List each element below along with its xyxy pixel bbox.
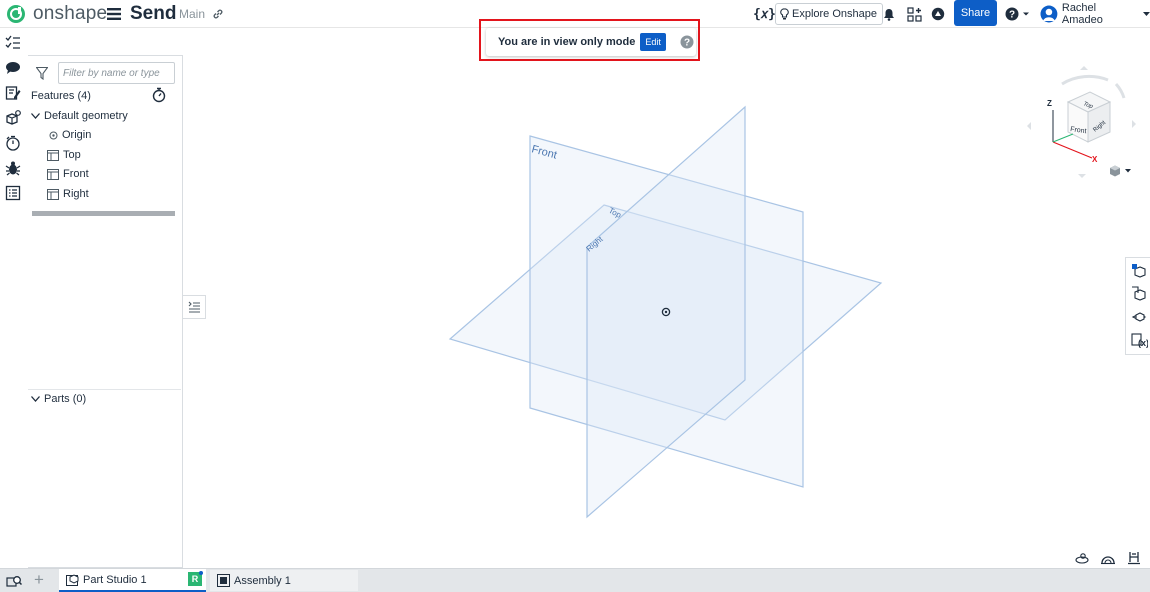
feature-filter-row bbox=[28, 62, 181, 84]
chevron-down-icon bbox=[1143, 11, 1150, 16]
chevron-down-icon[interactable] bbox=[31, 113, 40, 119]
origin-icon bbox=[49, 131, 58, 139]
svg-text:?: ? bbox=[684, 38, 690, 49]
onshape-logo-icon[interactable] bbox=[6, 0, 26, 28]
chevron-down-icon bbox=[1125, 169, 1131, 173]
view-only-message: You are in view only mode bbox=[498, 36, 636, 48]
parts-folder[interactable]: Parts (0) bbox=[31, 393, 86, 405]
mate-connector-icon[interactable] bbox=[1074, 551, 1090, 565]
add-tab-button[interactable]: + bbox=[34, 569, 44, 591]
tab-manager-icon[interactable] bbox=[6, 574, 22, 588]
view-only-mode-banner: You are in view only mode Edit ? bbox=[486, 28, 696, 56]
status-dot bbox=[199, 571, 203, 575]
help-icon[interactable]: ? bbox=[680, 35, 694, 49]
explore-onshape-button[interactable]: Explore Onshape bbox=[775, 3, 883, 25]
graphics-viewport[interactable]: Front Top Right bbox=[206, 28, 1150, 568]
cube-view-icon bbox=[1110, 165, 1120, 177]
document-tab-bar: + Part Studio 1 R Assembly 1 bbox=[0, 568, 1150, 592]
feature-item-label: Front bbox=[63, 168, 89, 180]
feature-list-panel: Features (4) Default geometry Origin Top… bbox=[28, 55, 183, 568]
right-side-toolbar: (x) bbox=[1125, 257, 1150, 355]
list-toggle-icon bbox=[188, 301, 200, 313]
feature-item-right[interactable]: Right bbox=[47, 188, 89, 200]
svg-text:(x): (x) bbox=[1138, 338, 1148, 348]
default-planes-drawing[interactable]: Front Top Right bbox=[206, 28, 1150, 568]
default-geometry-folder[interactable]: Default geometry bbox=[31, 110, 128, 122]
edit-button[interactable]: Edit bbox=[640, 33, 666, 51]
collapse-panel-handle[interactable] bbox=[183, 295, 206, 319]
filter-icon[interactable] bbox=[36, 67, 48, 80]
user-account-menu[interactable]: Rachel Amadeo bbox=[1040, 0, 1150, 28]
bill-of-materials-icon[interactable] bbox=[5, 185, 21, 201]
chevron-down-icon[interactable] bbox=[31, 396, 40, 402]
edit-notes-icon[interactable] bbox=[5, 85, 21, 101]
user-name: Rachel Amadeo bbox=[1061, 2, 1103, 26]
feature-item-origin[interactable]: Origin bbox=[49, 129, 91, 141]
hamburger-menu-icon[interactable] bbox=[107, 0, 123, 28]
comments-icon[interactable] bbox=[5, 60, 21, 76]
tab-part-studio-1[interactable]: Part Studio 1 bbox=[59, 569, 206, 592]
feature-filter-input[interactable] bbox=[58, 62, 175, 84]
measure-arc-icon[interactable] bbox=[1100, 551, 1116, 565]
plane-icon bbox=[47, 188, 59, 200]
part-appearance-icon[interactable] bbox=[1130, 262, 1148, 280]
render-mode-icon[interactable] bbox=[1130, 308, 1148, 326]
tab-label: Part Studio 1 bbox=[83, 573, 147, 586]
app-store-icon[interactable] bbox=[907, 0, 923, 28]
left-icon-rail bbox=[0, 28, 27, 568]
section-view-icon[interactable] bbox=[1130, 285, 1148, 303]
rollback-bar[interactable] bbox=[32, 211, 175, 216]
cube-axis-x-label: X bbox=[1092, 155, 1098, 164]
branch-name[interactable]: Main bbox=[179, 0, 205, 28]
feature-item-top[interactable]: Top bbox=[47, 149, 81, 161]
tab-assembly-1[interactable]: Assembly 1 bbox=[210, 570, 358, 591]
share-button[interactable]: Share bbox=[954, 0, 997, 26]
parts-divider[interactable] bbox=[28, 389, 181, 390]
features-heading: Features (4) bbox=[31, 90, 91, 102]
configurations-icon[interactable] bbox=[5, 110, 21, 126]
feature-item-label: Top bbox=[63, 149, 81, 161]
notifications-bell-icon[interactable] bbox=[883, 0, 897, 28]
mass-properties-icon[interactable] bbox=[1126, 551, 1142, 565]
lightbulb-icon bbox=[780, 7, 789, 19]
parts-heading: Parts (0) bbox=[44, 393, 87, 405]
debug-bug-icon[interactable] bbox=[5, 160, 21, 176]
default-geometry-label: Default geometry bbox=[44, 110, 128, 122]
document-title[interactable]: Send bbox=[130, 0, 176, 28]
assembly-icon bbox=[217, 574, 230, 587]
feature-list-icon[interactable] bbox=[5, 35, 21, 51]
part-studio-icon bbox=[66, 574, 79, 586]
feature-item-front[interactable]: Front bbox=[47, 168, 89, 180]
feature-item-label: Right bbox=[63, 188, 89, 200]
plane-icon bbox=[47, 149, 59, 161]
view-options-menu[interactable] bbox=[1108, 164, 1131, 178]
explore-onshape-label: Explore Onshape bbox=[792, 8, 877, 20]
plane-icon bbox=[47, 168, 59, 180]
svg-text:?: ? bbox=[1009, 10, 1015, 21]
user-avatar-icon bbox=[1040, 5, 1058, 23]
stopwatch-icon[interactable] bbox=[152, 87, 166, 103]
feature-item-label: Origin bbox=[62, 129, 92, 141]
learning-center-icon[interactable] bbox=[931, 0, 947, 28]
onshape-logo-text[interactable]: onshape bbox=[33, 0, 107, 28]
help-menu-icon[interactable]: ? bbox=[1005, 0, 1031, 28]
link-icon[interactable] bbox=[212, 0, 226, 28]
cube-axis-z-label: Z bbox=[1047, 99, 1052, 108]
variable-studio-icon[interactable]: (x) bbox=[1130, 331, 1148, 349]
rollback-timer-icon[interactable] bbox=[5, 135, 21, 151]
tab-label: Assembly 1 bbox=[234, 574, 291, 587]
variables-icon[interactable]: {𝑥} bbox=[753, 0, 776, 28]
onshape-app: onshape Send Main {𝑥} Explore Onshape Sh… bbox=[0, 0, 1150, 592]
